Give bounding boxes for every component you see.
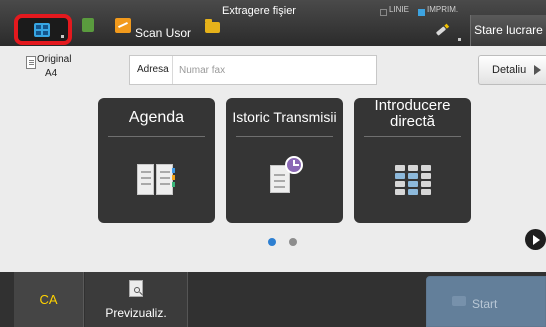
job-status-button[interactable]: Stare lucrare bbox=[470, 15, 546, 46]
agenda-title: Agenda bbox=[128, 109, 185, 126]
home-button[interactable] bbox=[14, 14, 72, 45]
fax-number-input[interactable] bbox=[172, 56, 376, 84]
preview-icon bbox=[129, 280, 143, 297]
print-status-label: IMPRIM. bbox=[427, 5, 459, 14]
start-icon bbox=[452, 296, 466, 306]
direct-entry-divider bbox=[364, 136, 461, 137]
scan-usor-label[interactable]: Scan Usor bbox=[135, 26, 191, 40]
original-label[interactable]: Original bbox=[37, 54, 71, 65]
detail-button-label: Detaliu bbox=[492, 64, 527, 76]
key-icon bbox=[395, 165, 405, 171]
key-icon bbox=[408, 165, 418, 171]
bottom-action-bar: CA Previzualiz. Start bbox=[0, 272, 546, 327]
key-icon bbox=[395, 181, 405, 187]
direct-entry-tile[interactable]: Introducere directă bbox=[354, 98, 471, 223]
home-corner-dot bbox=[61, 35, 64, 38]
clock-icon bbox=[285, 156, 303, 174]
address-row: Original A4 Adresa Detaliu bbox=[0, 46, 546, 94]
transmission-history-tile[interactable]: Istoric Transmisii bbox=[226, 98, 343, 223]
top-bar: Scan Usor Extragere fişier LINIE IMPRIM.… bbox=[0, 0, 546, 46]
transmission-history-divider bbox=[236, 136, 333, 137]
page-indicator-inactive[interactable] bbox=[289, 238, 297, 246]
page-indicator-active[interactable] bbox=[268, 238, 276, 246]
keypad-icon bbox=[393, 165, 433, 195]
preview-button[interactable]: Previzualiz. bbox=[85, 272, 188, 327]
agenda-tile[interactable]: Agenda bbox=[98, 98, 215, 223]
fax-home-screen: Scan Usor Extragere fişier LINIE IMPRIM.… bbox=[0, 0, 546, 327]
direct-entry-title: Introducere directă bbox=[374, 98, 451, 130]
book-left-page bbox=[137, 164, 154, 195]
green-tab-icon bbox=[172, 182, 175, 187]
start-label: Start bbox=[472, 297, 498, 311]
arrow-right-icon bbox=[534, 65, 541, 75]
key-icon bbox=[408, 189, 418, 195]
line-status-indicator bbox=[380, 9, 387, 16]
green-app-icon[interactable] bbox=[82, 18, 94, 32]
key-icon bbox=[421, 181, 431, 187]
line-status-label: LINIE bbox=[389, 5, 410, 14]
pen-icon bbox=[435, 26, 447, 36]
key-icon bbox=[408, 173, 418, 179]
agenda-divider bbox=[108, 136, 205, 137]
address-field-group[interactable]: Adresa bbox=[129, 55, 377, 85]
next-page-button[interactable] bbox=[525, 229, 546, 250]
start-button[interactable]: Start bbox=[426, 276, 546, 327]
preview-label: Previzualiz. bbox=[105, 306, 167, 320]
key-icon bbox=[421, 165, 431, 171]
key-icon bbox=[395, 189, 405, 195]
status-corner-dot bbox=[458, 38, 461, 41]
key-icon bbox=[421, 173, 431, 179]
original-document-icon[interactable] bbox=[26, 56, 36, 69]
print-status-indicator bbox=[418, 9, 425, 16]
folder-icon[interactable] bbox=[205, 19, 220, 33]
fax-main-panel: Agenda Istoric Transmisii Introducere di… bbox=[0, 94, 546, 272]
address-book-icon bbox=[137, 164, 175, 195]
key-icon bbox=[408, 181, 418, 187]
book-right-page bbox=[156, 164, 175, 195]
key-icon bbox=[421, 189, 431, 195]
orange-tab-icon bbox=[172, 175, 175, 180]
detail-button[interactable]: Detaliu bbox=[478, 55, 546, 85]
address-label: Adresa bbox=[137, 64, 169, 75]
clear-all-button[interactable]: CA bbox=[14, 272, 84, 327]
transmission-history-title: Istoric Transmisii bbox=[232, 109, 337, 125]
extract-file-label[interactable]: Extragere fişier bbox=[222, 4, 302, 18]
scan-icon[interactable] bbox=[115, 18, 131, 33]
home-grid-icon bbox=[34, 23, 50, 37]
paper-size-label[interactable]: A4 bbox=[45, 68, 57, 79]
blue-tab-icon bbox=[172, 168, 175, 173]
key-icon bbox=[395, 173, 405, 179]
